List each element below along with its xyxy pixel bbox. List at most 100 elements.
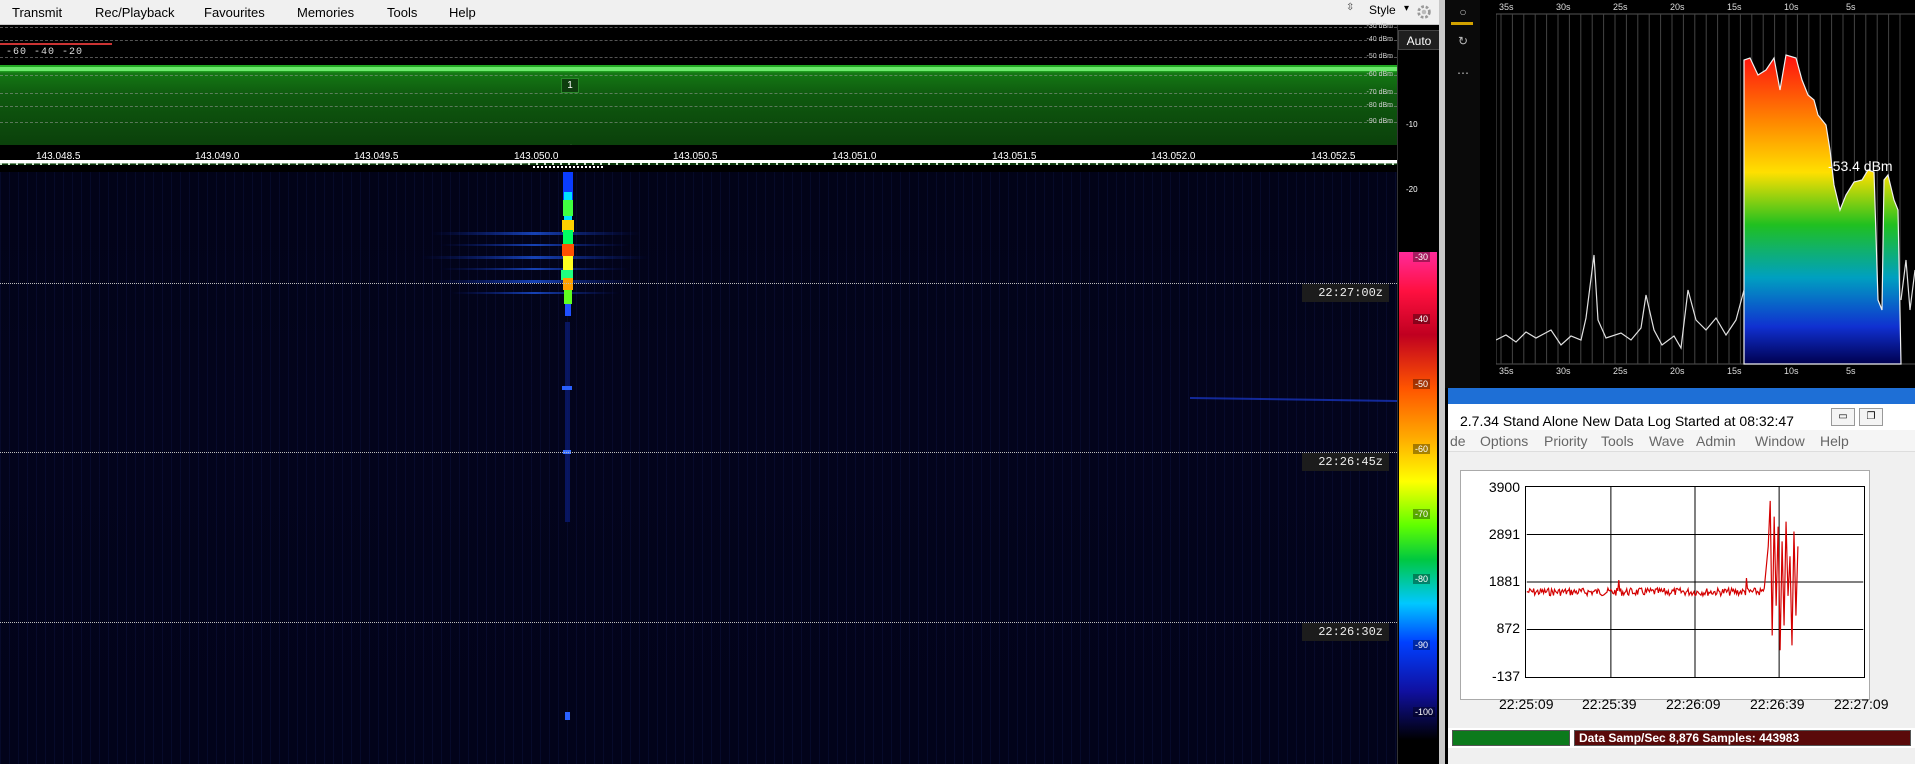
time-tick: 5s <box>1846 2 1856 12</box>
freq-tick: 143.051.0 <box>832 151 877 162</box>
x-axis-label: 22:26:09 <box>1666 696 1721 712</box>
status-text: Data Samp/Sec 8,876 Samples: 443983 <box>1574 730 1911 746</box>
menu-bar: de Options Priority Tools Wave Admin Win… <box>1448 430 1915 452</box>
range-indicator <box>0 43 112 45</box>
menu-wave[interactable]: Wave <box>1649 433 1684 449</box>
x-axis-label: 22:25:39 <box>1582 696 1637 712</box>
dbm-label: -60 dBm <box>1366 71 1393 78</box>
time-tick: 25s <box>1613 2 1628 12</box>
maximize-button[interactable]: ❐ <box>1859 408 1883 426</box>
freq-tick: 143.052.5 <box>1311 151 1356 162</box>
time-tick: 15s <box>1727 366 1742 376</box>
gear-icon[interactable] <box>1414 3 1434 21</box>
freq-tick: 143.050.0 <box>514 151 559 162</box>
menu-rec-playback[interactable]: Rec/Playback <box>95 5 174 20</box>
menu-options[interactable]: Options <box>1480 433 1528 449</box>
time-tick: 5s <box>1846 366 1856 376</box>
style-dropdown[interactable]: Style <box>1369 3 1396 17</box>
menu-mode[interactable]: de <box>1450 433 1466 449</box>
menu-priority[interactable]: Priority <box>1544 433 1588 449</box>
menu-help[interactable]: Help <box>1820 433 1849 449</box>
channel-marker[interactable]: 1 <box>561 78 579 93</box>
spin-arrows-icon[interactable]: ⇳ <box>1346 2 1354 13</box>
x-axis-label: 22:27:09 <box>1834 696 1889 712</box>
tuning-indicator[interactable] <box>533 166 603 169</box>
menu-bar: Transmit Rec/Playback Favourites Memorie… <box>0 0 1445 25</box>
time-tick: 20s <box>1670 2 1685 12</box>
sdr-receiver-window: Transmit Rec/Playback Favourites Memorie… <box>0 0 1445 764</box>
time-tick: 35s <box>1499 366 1514 376</box>
time-tick: 25s <box>1613 366 1628 376</box>
menu-window[interactable]: Window <box>1755 433 1805 449</box>
dbm-label: -70 dBm <box>1366 89 1393 96</box>
scale-label: -10 <box>1406 120 1418 129</box>
color-scale-bar[interactable]: -30 -40 -50 -60 -70 -80 -90 -100 <box>1399 252 1437 740</box>
auto-button[interactable]: Auto <box>1398 30 1440 50</box>
menu-tools[interactable]: Tools <box>387 5 417 20</box>
level-scale: Auto -10 -20 -30 -40 -50 -60 -70 -80 -90… <box>1397 25 1440 764</box>
y-axis-label: 3900 <box>1488 479 1520 495</box>
refresh-icon[interactable]: ↻ <box>1454 32 1472 50</box>
freq-tick: 143.049.0 <box>195 151 240 162</box>
time-label: 22:27:00z <box>1302 284 1389 302</box>
frequency-axis: 143.048.5 143.049.0 143.049.5 143.050.0 … <box>0 145 1397 163</box>
colorbar-label: -80 <box>1413 574 1431 584</box>
dbm-label: -30 dBm <box>1366 23 1393 30</box>
scale-label: -20 <box>1406 185 1418 194</box>
analyzer-plot[interactable] <box>1496 0 1915 388</box>
colorbar-label: -70 <box>1413 509 1431 519</box>
active-indicator <box>1451 22 1473 25</box>
menu-admin[interactable]: Admin <box>1696 433 1736 449</box>
time-label: 22:26:30z <box>1302 623 1389 641</box>
freq-tick: 143.049.5 <box>354 151 399 162</box>
spectrum-display[interactable]: -60 -40 -20 -30 dBm -40 dBm -50 dBm -60 … <box>0 23 1397 165</box>
dbm-label: -50 dBm <box>1366 53 1393 60</box>
time-tick: 30s <box>1556 2 1571 12</box>
x-axis-label: 22:26:39 <box>1750 696 1805 712</box>
signal-history-analyzer: ○ ↻ ⋯ 35s 30s 25s 20s 15s 10s 5s 35s 30s… <box>1445 0 1915 388</box>
menu-memories[interactable]: Memories <box>297 5 354 20</box>
data-log-plot[interactable] <box>1525 486 1865 678</box>
data-log-window: 2.7.34 Stand Alone New Data Log Started … <box>1448 388 1915 764</box>
y-axis-label: -137 <box>1491 668 1520 684</box>
time-label: 22:26:45z <box>1302 453 1389 471</box>
time-gridline <box>0 283 1397 284</box>
colorbar-label: -90 <box>1413 640 1431 650</box>
menu-transmit[interactable]: Transmit <box>12 5 62 20</box>
menu-favourites[interactable]: Favourites <box>204 5 265 20</box>
time-tick: 10s <box>1784 366 1799 376</box>
dbm-label: -40 dBm <box>1366 36 1393 43</box>
time-tick: 15s <box>1727 2 1742 12</box>
dbm-readout: -53.4 dBm <box>1828 158 1893 174</box>
time-tick: 30s <box>1556 366 1571 376</box>
title-bar: 2.7.34 Stand Alone New Data Log Started … <box>1448 388 1915 430</box>
minimize-button[interactable]: ▭ <box>1831 408 1855 426</box>
colorbar-label: -100 <box>1413 707 1436 717</box>
waterfall-signal <box>420 172 1397 720</box>
colorbar-label: -40 <box>1413 314 1431 324</box>
time-tick: 20s <box>1670 366 1685 376</box>
colorbar-label: -60 <box>1413 444 1431 454</box>
more-icon[interactable]: ⋯ <box>1454 64 1472 82</box>
time-axis-bottom: 35s 30s 25s 20s 15s 10s 5s <box>1496 366 1915 380</box>
colorbar-label: -50 <box>1413 379 1431 389</box>
time-axis-top: 35s 30s 25s 20s 15s 10s 5s <box>1496 0 1915 14</box>
analyzer-toolbar: ○ ↻ ⋯ <box>1445 0 1480 388</box>
waterfall-display[interactable]: 22:27:00z 22:26:45z 22:26:30z <box>0 172 1397 764</box>
freq-tick: 143.048.5 <box>36 151 81 162</box>
time-tick: 10s <box>1784 2 1799 12</box>
dbm-label: -80 dBm <box>1366 102 1393 109</box>
freq-tick: 143.052.0 <box>1151 151 1196 162</box>
menu-tools[interactable]: Tools <box>1601 433 1634 449</box>
title-accent <box>1448 388 1915 404</box>
freq-tick: 143.050.5 <box>673 151 718 162</box>
status-indicator <box>1452 730 1570 746</box>
circle-icon[interactable]: ○ <box>1454 3 1472 21</box>
desktop: Transmit Rec/Playback Favourites Memorie… <box>0 0 1915 764</box>
window-title: 2.7.34 Stand Alone New Data Log Started … <box>1460 413 1794 429</box>
freq-tick: 143.051.5 <box>992 151 1037 162</box>
chevron-down-icon[interactable]: ▾ <box>1404 3 1409 14</box>
y-axis-label: 1881 <box>1488 573 1520 589</box>
menu-help[interactable]: Help <box>449 5 476 20</box>
y-axis-label: 872 <box>1496 620 1520 636</box>
